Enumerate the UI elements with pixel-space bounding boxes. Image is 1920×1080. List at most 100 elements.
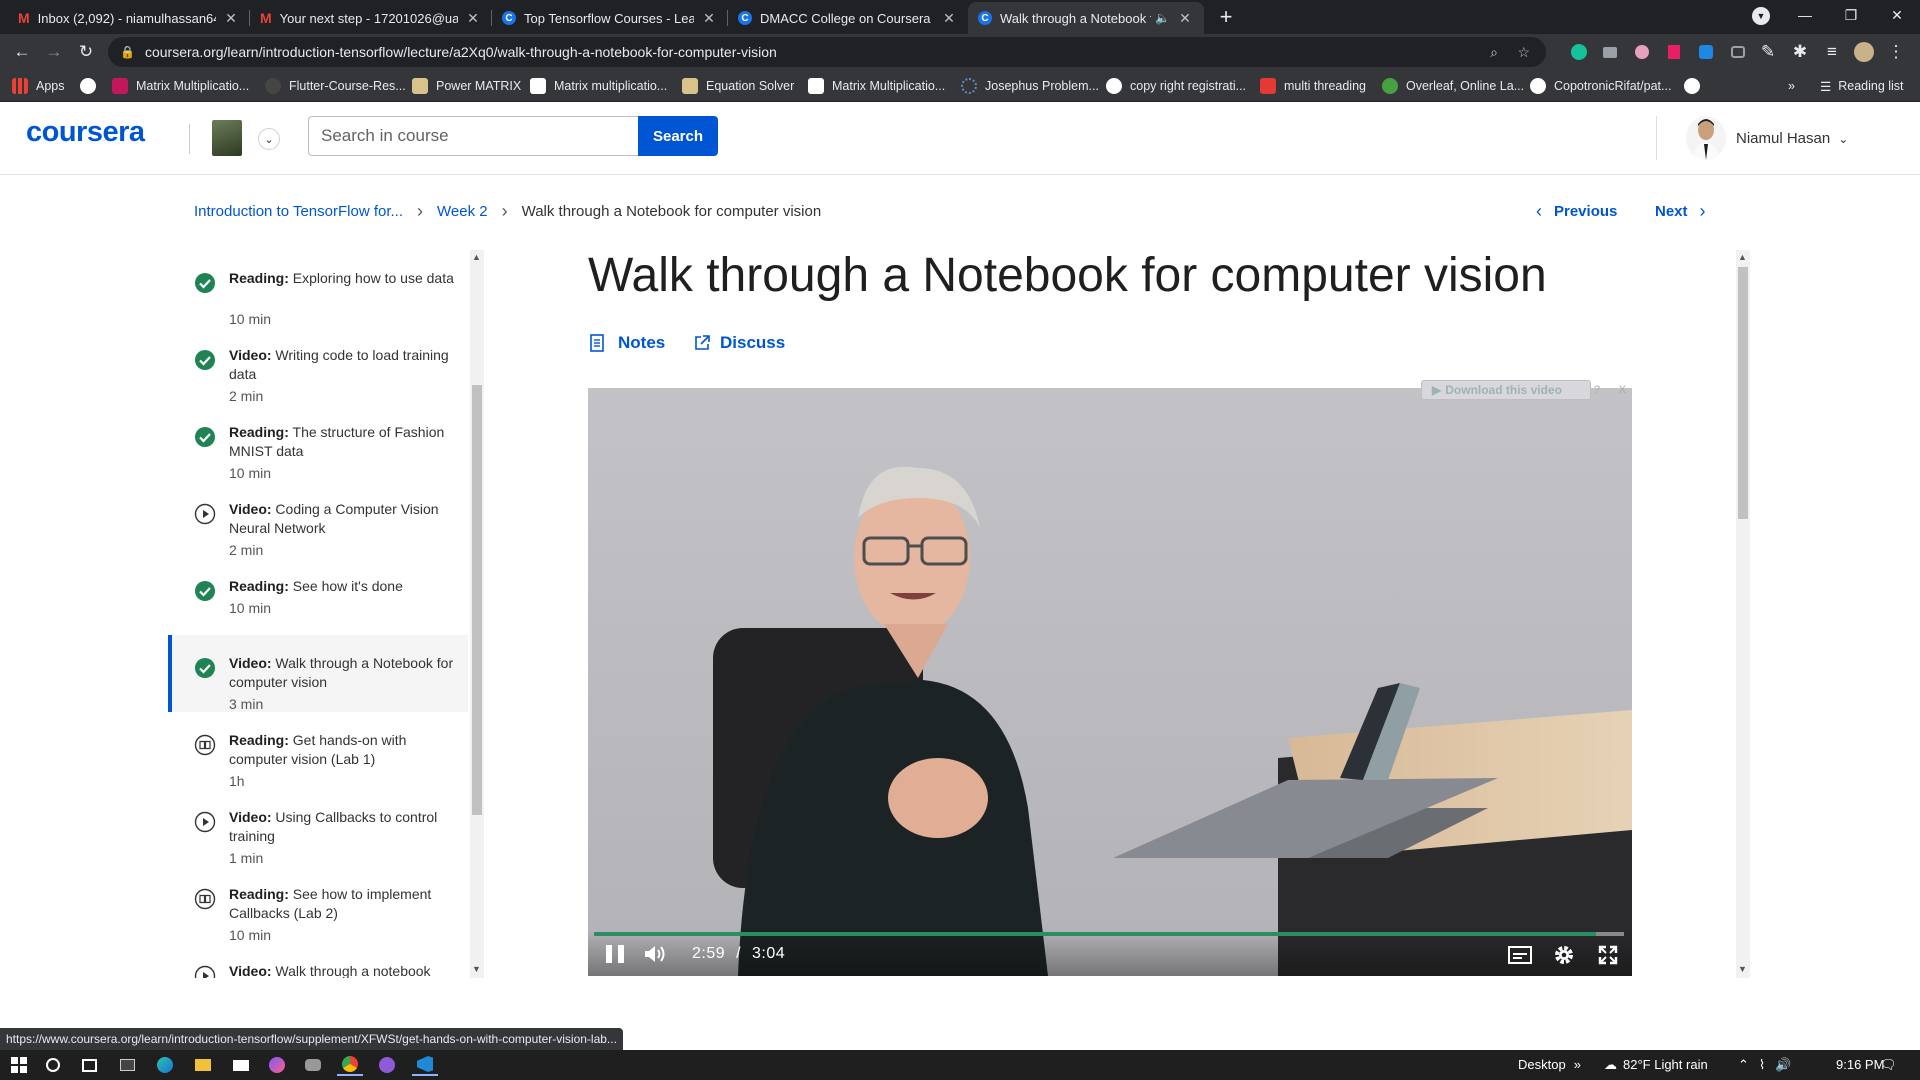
discuss-button[interactable]: Discuss	[694, 333, 785, 353]
scroll-down-arrow-icon[interactable]: ▼	[472, 964, 481, 974]
notifications-icon[interactable]: 🗨	[1880, 1057, 1897, 1073]
video-player[interactable]	[588, 388, 1632, 976]
speaker-icon[interactable]: 🔈	[1155, 11, 1170, 25]
tab-close-icon[interactable]: ✕	[940, 10, 958, 27]
sidebar-item-walk-through-notebook[interactable]: Video: Walk through a Notebook for compu…	[168, 635, 468, 712]
bookmark-copyright[interactable]: copy right registrati...	[1106, 77, 1246, 95]
bookmark-globe-2[interactable]	[1684, 77, 1708, 95]
bookmark-equation-solver[interactable]: Equation Solver	[682, 77, 794, 95]
grammarly-extension-icon[interactable]	[1567, 40, 1591, 64]
sidebar-item-callbacks-video[interactable]: Video: Using Callbacks to control traini…	[168, 789, 468, 866]
download-video-button[interactable]: ▶ Download this video	[1421, 380, 1591, 400]
next-button[interactable]: Next ›	[1655, 201, 1706, 222]
browser-tab-gmail-inbox[interactable]: M Inbox (2,092) - niamulhassan64@ ✕	[8, 2, 250, 34]
close-icon[interactable]: X	[1619, 384, 1626, 396]
browser-tab-dmacc[interactable]: C DMACC College on Coursera | Co ✕	[728, 2, 968, 34]
breadcrumb-week[interactable]: Week 2	[437, 203, 488, 220]
pause-icon[interactable]	[606, 945, 624, 963]
settings-gear-icon[interactable]	[1553, 944, 1575, 966]
browser-menu-icon[interactable]: ⋮	[1884, 40, 1908, 64]
scroll-down-arrow-icon[interactable]: ▼	[1738, 964, 1747, 974]
camera-extension-icon[interactable]	[1598, 40, 1622, 64]
help-icon[interactable]: ?	[1594, 384, 1600, 396]
bookmark-flutter[interactable]: Flutter-Course-Res...	[265, 77, 406, 95]
pen-extension-icon[interactable]: ✎	[1756, 40, 1780, 64]
bookmark-matrix-2[interactable]: Matrix multiplicatio...	[530, 77, 667, 95]
desktop-toolbar[interactable]: Desktop»	[1518, 1057, 1581, 1072]
edge-icon[interactable]	[152, 1054, 178, 1076]
messenger-icon[interactable]	[264, 1054, 290, 1076]
tab-close-icon[interactable]: ✕	[464, 10, 482, 27]
chevron-down-icon[interactable]: ⌄	[258, 128, 280, 150]
search-button[interactable]: Search	[638, 116, 718, 156]
bookmark-josephus[interactable]: Josephus Problem...	[961, 77, 1099, 95]
tab-close-icon[interactable]: ✕	[222, 10, 240, 27]
screen-extension-icon[interactable]	[1726, 40, 1750, 64]
github-desktop-icon[interactable]	[374, 1054, 400, 1076]
minimize-icon[interactable]: —	[1782, 0, 1828, 30]
bookmark-power-matrix[interactable]: Power MATRIX	[412, 77, 521, 95]
mail-icon[interactable]	[228, 1054, 254, 1076]
bookmark-apps[interactable]: Apps	[12, 77, 65, 95]
download-extension-icon[interactable]	[1694, 40, 1718, 64]
browser-tab-active-lecture[interactable]: C Walk through a Notebook fo 🔈 ✕	[968, 2, 1204, 34]
main-scrollbar-thumb[interactable]	[1738, 267, 1748, 519]
coursera-logo[interactable]: coursera	[26, 116, 145, 149]
user-menu[interactable]: Niamul Hasan ⌄	[1736, 130, 1848, 147]
sidebar-item-see-how-its-done[interactable]: Reading: See how it's done 10 min	[168, 558, 468, 635]
address-bar[interactable]: 🔒 coursera.org/learn/introduction-tensor…	[108, 37, 1546, 67]
media-control-icon[interactable]: ≡	[1820, 40, 1844, 64]
vscode-icon[interactable]	[412, 1054, 438, 1076]
sidebar-item-callbacks-notebook[interactable]: Video: Walk through a notebook with Call…	[168, 943, 468, 978]
new-tab-button[interactable]: +	[1214, 4, 1238, 29]
bookmark-copotronic[interactable]: CopotronicRifat/pat...	[1530, 77, 1671, 95]
chrome-icon[interactable]	[337, 1054, 363, 1076]
bookmarks-overflow-icon[interactable]: »	[1788, 77, 1795, 95]
browser-tab-tensorflow-courses[interactable]: C Top Tensorflow Courses - Learn T ✕	[492, 2, 728, 34]
reading-list-button[interactable]: ☰ Reading list	[1820, 77, 1904, 95]
bookmark-matrix-3[interactable]: Matrix Multiplicatio...	[808, 77, 945, 95]
sidebar-item-lab-2[interactable]: Reading: See how to implement Callbacks …	[168, 866, 468, 943]
sidebar-item-fashion-mnist[interactable]: Reading: The structure of Fashion MNIST …	[168, 404, 468, 481]
sidebar-item-writing-code[interactable]: Video: Writing code to load training dat…	[168, 327, 468, 404]
sidebar-item-exploring-data[interactable]: Reading: Exploring how to use data 10 mi…	[168, 250, 468, 327]
profile-icon[interactable]	[1852, 40, 1876, 64]
tab-search-icon[interactable]: ▼	[1752, 7, 1770, 25]
avatar[interactable]	[1686, 116, 1726, 160]
tab-close-icon[interactable]: ✕	[1176, 10, 1194, 27]
video-progress-fill[interactable]	[594, 932, 1597, 936]
forward-icon[interactable]: →	[42, 40, 66, 64]
bookmark-overleaf[interactable]: Overleaf, Online La...	[1382, 77, 1524, 95]
reload-icon[interactable]: ↻	[74, 40, 98, 64]
scroll-up-arrow-icon[interactable]: ▲	[1738, 252, 1747, 262]
search-icon[interactable]	[40, 1054, 66, 1076]
fullscreen-icon[interactable]	[1598, 945, 1618, 965]
tray-icons[interactable]: ⌃ ⌇ 🔊	[1738, 1057, 1791, 1073]
captions-icon[interactable]	[1508, 946, 1532, 964]
close-window-icon[interactable]: ✕	[1874, 0, 1920, 30]
bookmark-multi-threading[interactable]: multi threading	[1260, 77, 1366, 95]
search-input[interactable]: Search in course	[308, 116, 638, 156]
sidebar-item-lab-1[interactable]: Reading: Get hands-on with computer visi…	[168, 712, 468, 789]
volume-icon[interactable]	[643, 944, 667, 964]
weather-widget[interactable]: ☁ 82°F Light rain	[1604, 1057, 1708, 1073]
tab-close-icon[interactable]: ✕	[700, 10, 718, 27]
course-thumbnail[interactable]	[212, 120, 242, 156]
file-explorer-icon[interactable]	[190, 1054, 216, 1076]
bookmark-star-icon[interactable]: ☆	[1517, 44, 1530, 61]
bookmark-matrix-1[interactable]: Matrix Multiplicatio...	[112, 77, 249, 95]
bookmark-globe[interactable]	[80, 77, 104, 95]
back-icon[interactable]: ←	[10, 40, 34, 64]
restore-icon[interactable]: ❐	[1828, 0, 1874, 30]
notes-button[interactable]: Notes	[590, 333, 665, 353]
zoom-icon[interactable]: ⌕	[1490, 44, 1498, 61]
browser-tab-next-step[interactable]: M Your next step - 17201026@uap- ✕	[250, 2, 492, 34]
sidebar-item-coding-cv-nn[interactable]: Video: Coding a Computer Vision Neural N…	[168, 481, 468, 558]
breadcrumb-course[interactable]: Introduction to TensorFlow for...	[194, 203, 403, 220]
puzzle-extensions-icon[interactable]: ✱	[1788, 40, 1812, 64]
clock[interactable]: 9:16 PM	[1836, 1057, 1884, 1072]
flag-extension-icon[interactable]	[1662, 40, 1686, 64]
gear-extension-icon[interactable]	[1630, 40, 1654, 64]
previous-button[interactable]: ‹ Previous	[1536, 201, 1617, 222]
calculator-icon[interactable]	[114, 1054, 140, 1076]
